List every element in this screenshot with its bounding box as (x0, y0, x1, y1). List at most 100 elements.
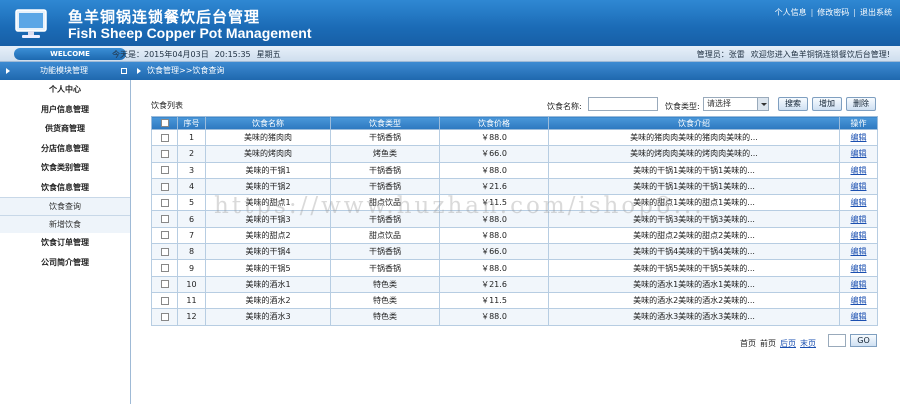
sidebar-item-branches[interactable]: 分店信息管理 (0, 138, 130, 158)
row-select-cell (151, 226, 178, 245)
cell-price: ￥88.0 (439, 259, 549, 277)
edit-link[interactable]: 编辑 (851, 264, 867, 273)
table-row: 3 美味的干锅1 干锅香锅 ￥88.0 美味的干锅1美味的干锅1美味的... 编辑 (151, 161, 878, 179)
edit-link[interactable]: 编辑 (851, 312, 867, 321)
cell-price: ￥66.0 (439, 243, 549, 261)
sidebar-item-food-info[interactable]: 饮食信息管理 (0, 177, 130, 197)
edit-link[interactable]: 编辑 (851, 149, 867, 158)
food-type-select[interactable]: 请选择 (703, 97, 769, 111)
change-password-link[interactable]: 修改密码 (817, 8, 849, 17)
sidebar-item-users[interactable]: 用户信息管理 (0, 99, 130, 119)
edit-link[interactable]: 编辑 (851, 215, 867, 224)
row-select-cell (151, 128, 178, 147)
cell-intro: 美味的干锅1美味的干锅1美味的... (548, 177, 840, 196)
search-button[interactable]: 搜索 (778, 97, 808, 111)
row-checkbox[interactable] (160, 198, 169, 207)
edit-link[interactable]: 编辑 (851, 280, 867, 289)
cell-name: 美味的甜点2 (205, 226, 331, 245)
cell-price: ￥88.0 (439, 226, 549, 245)
cell-price: ￥88.0 (439, 210, 549, 228)
sidebar-item-orders[interactable]: 饮食订单管理 (0, 233, 130, 253)
edit-link[interactable]: 编辑 (851, 182, 867, 191)
edit-link[interactable]: 编辑 (851, 247, 867, 256)
cell-intro: 美味的甜点1美味的甜点1美味的... (548, 194, 840, 212)
cell-type: 甜点饮品 (330, 194, 440, 212)
row-checkbox[interactable] (160, 264, 169, 273)
page-number-input[interactable] (828, 334, 846, 347)
sidebar-subitem-add-food[interactable]: 新增饮食 (0, 215, 130, 233)
row-checkbox[interactable] (160, 280, 169, 289)
cell-action: 编辑 (839, 177, 878, 196)
sidebar-item-personal-center[interactable]: 个人中心 (0, 80, 130, 100)
edit-link[interactable]: 编辑 (851, 296, 867, 305)
sidebar-item-suppliers[interactable]: 供货商管理 (0, 119, 130, 139)
row-select-cell (151, 291, 178, 310)
edit-link[interactable]: 编辑 (851, 133, 867, 142)
app-root: { "header": { "title_cn": "鱼羊铜锅连锁餐饮后台管理"… (0, 0, 900, 404)
sidebar-subitem-food-query[interactable]: 饮食查询 (0, 197, 130, 215)
row-checkbox[interactable] (160, 166, 169, 175)
top-links: 个人信息 | 修改密码 | 退出系统 (774, 8, 892, 17)
go-button[interactable]: GO (850, 334, 877, 347)
admin-info: 管理员：张雷 欢迎您进入鱼羊铜锅连锁餐饮后台管理! (691, 49, 890, 60)
col-header-type: 饮食类型 (330, 116, 440, 130)
cell-price: ￥21.6 (439, 275, 549, 293)
select-all-checkbox[interactable] (160, 119, 169, 127)
date-time: 今天是：2015年04月03日 20:15:35 星期五 (112, 49, 287, 60)
cell-action: 编辑 (839, 194, 878, 212)
cell-name: 美味的猪肉肉 (205, 128, 331, 147)
add-button[interactable]: 增加 (812, 97, 842, 111)
cell-type: 特色类 (330, 291, 440, 310)
row-checkbox[interactable] (160, 149, 169, 158)
row-checkbox[interactable] (160, 312, 169, 321)
pager-last-link[interactable]: 末页 (800, 339, 816, 348)
row-checkbox[interactable] (160, 133, 169, 142)
arrow-right-icon (137, 68, 141, 74)
personal-info-link[interactable]: 个人信息 (775, 8, 807, 17)
sidebar-item-food-categories[interactable]: 饮食类别管理 (0, 158, 130, 178)
cell-action: 编辑 (839, 308, 878, 326)
sidebar-item-company-intro[interactable]: 公司简介管理 (0, 252, 130, 272)
cell-name: 美味的烤肉肉 (205, 145, 331, 163)
row-select-cell (151, 275, 178, 293)
row-checkbox[interactable] (160, 296, 169, 305)
cell-index: 1 (177, 128, 206, 147)
cell-action: 编辑 (839, 259, 878, 277)
cell-index: 6 (177, 210, 206, 228)
pager-next-link[interactable]: 后页 (780, 339, 796, 348)
computer-monitor-icon (15, 9, 47, 38)
row-checkbox[interactable] (160, 182, 169, 191)
cell-name: 美味的干锅5 (205, 259, 331, 277)
delete-button[interactable]: 删除 (846, 97, 876, 111)
cell-index: 3 (177, 161, 206, 179)
table-row: 1 美味的猪肉肉 干锅香锅 ￥88.0 美味的猪肉肉美味的猪肉肉美味的... 编辑 (151, 128, 878, 147)
col-header-name: 饮食名称 (205, 116, 331, 130)
row-checkbox[interactable] (160, 247, 169, 256)
cell-action: 编辑 (839, 128, 878, 147)
row-checkbox[interactable] (160, 231, 169, 240)
cell-price: ￥11.5 (439, 291, 549, 310)
table-body: 1 美味的猪肉肉 干锅香锅 ￥88.0 美味的猪肉肉美味的猪肉肉美味的... 编辑 2 美味的… (151, 128, 878, 326)
welcome-badge: WELCOME (14, 48, 126, 60)
cell-index: 2 (177, 145, 206, 163)
logout-link[interactable]: 退出系统 (860, 8, 892, 17)
edit-link[interactable]: 编辑 (851, 198, 867, 207)
table-row: 8 美味的干锅4 干锅香锅 ￥66.0 美味的干锅4美味的干锅4美味的... 编辑 (151, 243, 878, 261)
time-text: 20:15:35 (214, 50, 251, 59)
row-select-cell (151, 210, 178, 228)
table-row: 9 美味的干锅5 干锅香锅 ￥88.0 美味的干锅5美味的干锅5美味的... 编辑 (151, 259, 878, 277)
cell-intro: 美味的干锅3美味的干锅3美味的... (548, 210, 840, 228)
cell-index: 5 (177, 194, 206, 212)
edit-link[interactable]: 编辑 (851, 231, 867, 240)
collapse-icon[interactable] (121, 68, 127, 74)
row-checkbox[interactable] (160, 215, 169, 224)
col-header-price: 饮食价格 (439, 116, 549, 130)
cell-name: 美味的干锅2 (205, 177, 331, 196)
cell-type: 干锅香锅 (330, 177, 440, 196)
cell-type: 干锅香锅 (330, 259, 440, 277)
row-select-cell (151, 308, 178, 326)
cell-action: 编辑 (839, 291, 878, 310)
cell-intro: 美味的干锅5美味的干锅5美味的... (548, 259, 840, 277)
food-name-input[interactable] (588, 97, 658, 111)
edit-link[interactable]: 编辑 (851, 166, 867, 175)
